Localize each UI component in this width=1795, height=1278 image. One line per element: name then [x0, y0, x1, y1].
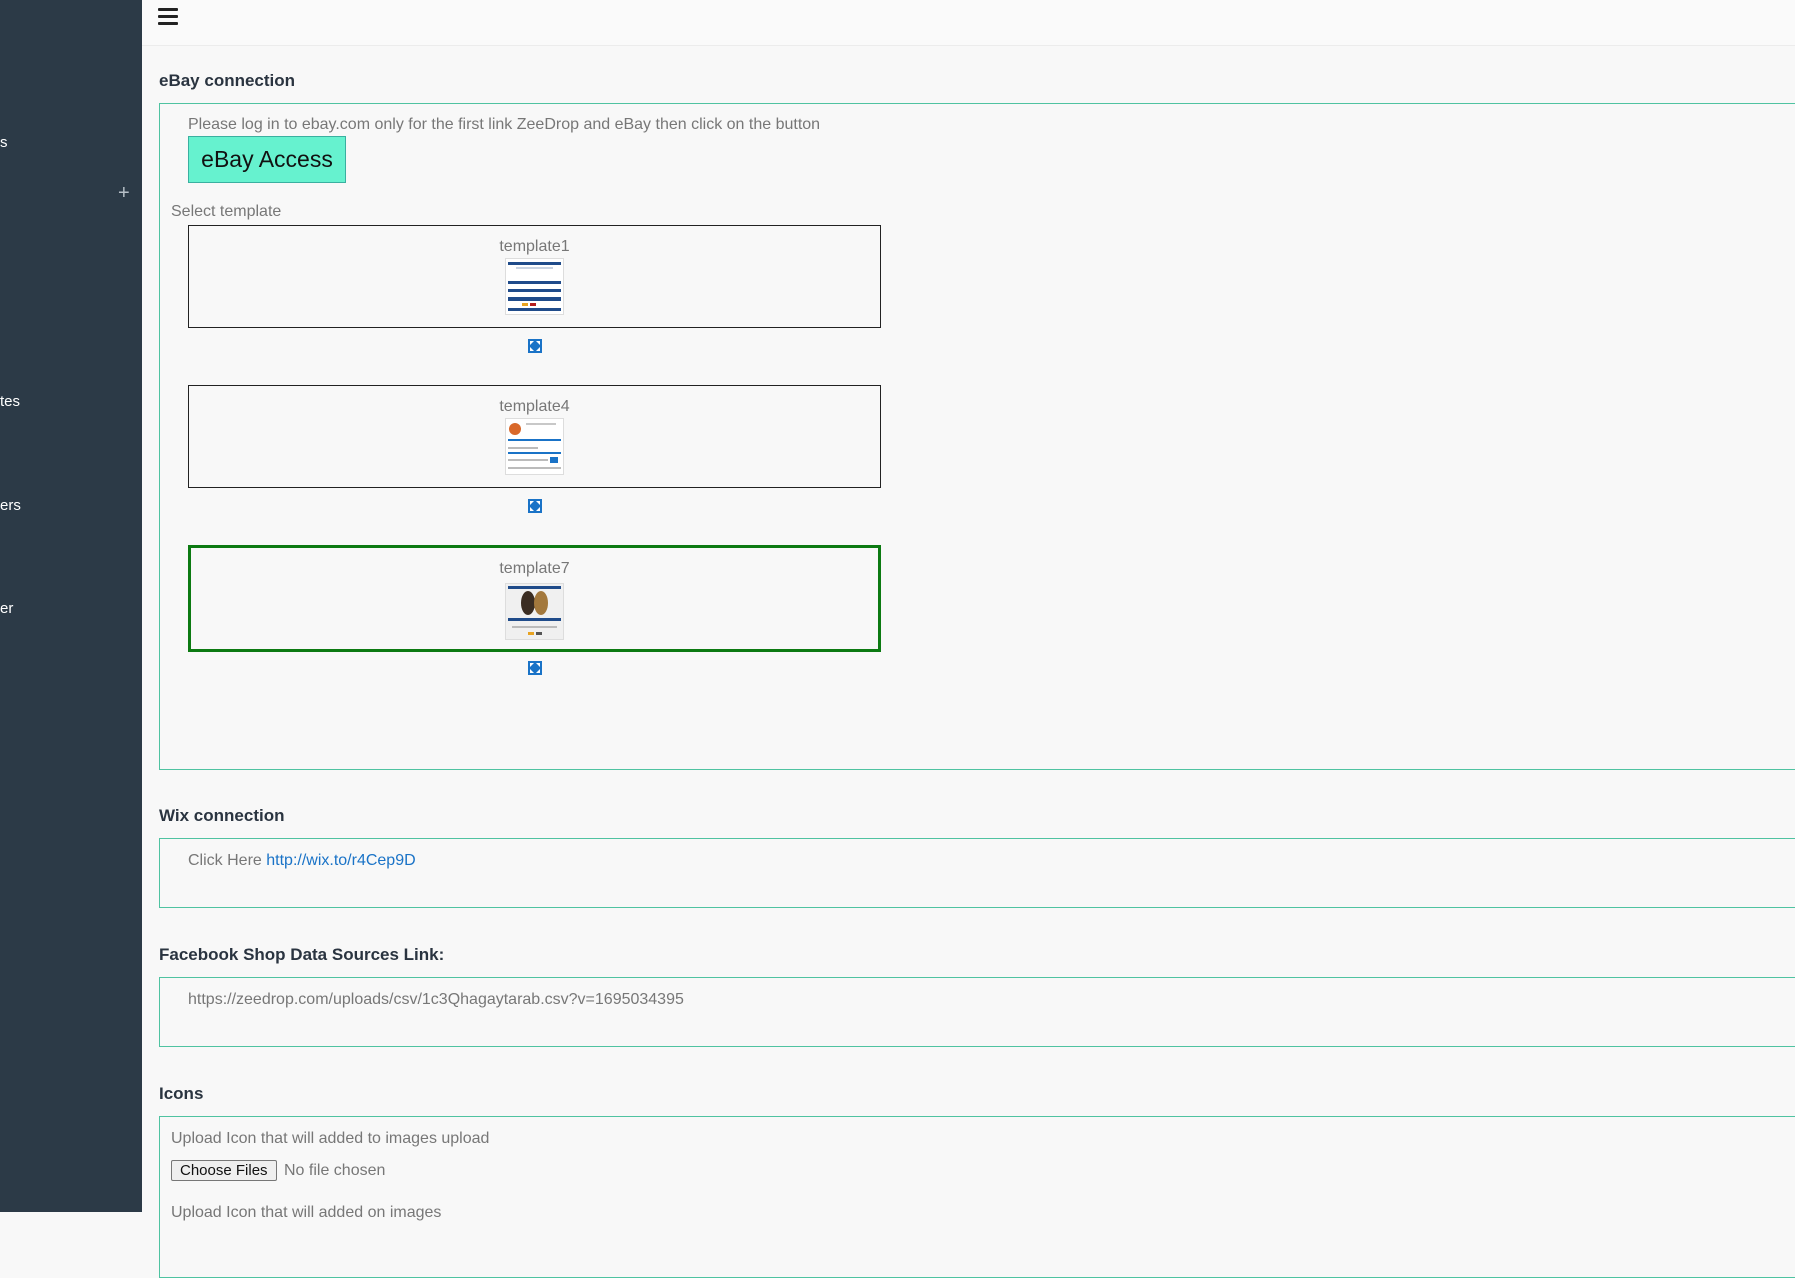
sidebar-item-label: er: [0, 600, 14, 617]
facebook-section-title: Facebook Shop Data Sources Link:: [159, 945, 445, 964]
template-option-4[interactable]: template4: [188, 385, 881, 488]
sidebar-item-4[interactable]: er: [0, 600, 13, 617]
file-input-1: Choose Files No file chosen: [171, 1160, 385, 1181]
template-name: template7: [499, 560, 570, 577]
template-name: template1: [499, 238, 570, 255]
template-name: template4: [499, 398, 570, 415]
upload-icon-label-2: Upload Icon that will added on images: [171, 1204, 442, 1221]
plus-icon[interactable]: +: [118, 183, 130, 203]
expand-icon[interactable]: [528, 499, 542, 513]
wix-prefix: Click Here: [188, 852, 262, 869]
wix-link[interactable]: http://wix.to/r4Cep9D: [266, 852, 415, 869]
sidebar-item-2[interactable]: tes: [0, 393, 20, 410]
hamburger-icon[interactable]: [158, 8, 178, 26]
expand-icon[interactable]: [528, 661, 542, 675]
template-thumbnail: [505, 583, 564, 640]
sidebar-item-label: ers: [0, 497, 21, 514]
facebook-url: https://zeedrop.com/uploads/csv/1c3Qhaga…: [188, 991, 684, 1008]
wix-panel: Click Here http://wix.to/r4Cep9D: [159, 838, 1795, 908]
wix-section-title: Wix connection: [159, 806, 285, 825]
template-option-7[interactable]: template7: [188, 545, 881, 652]
no-file-text: No file chosen: [284, 1162, 386, 1179]
template-thumbnail: [505, 418, 564, 475]
expand-icon[interactable]: [528, 339, 542, 353]
sidebar-item-label: tes: [0, 393, 21, 410]
sidebar-item-1[interactable]: s: [0, 134, 8, 151]
sidebar: s + tes ers er: [0, 0, 142, 1212]
wix-text: Click Here http://wix.to/r4Cep9D: [188, 852, 416, 870]
template-option-1[interactable]: template1: [188, 225, 881, 328]
facebook-panel: https://zeedrop.com/uploads/csv/1c3Qhaga…: [159, 977, 1795, 1047]
icons-section-title: Icons: [159, 1084, 204, 1103]
topbar: [142, 0, 1795, 46]
icons-panel: Upload Icon that will added to images up…: [159, 1116, 1795, 1278]
select-template-label: Select template: [171, 203, 282, 220]
ebay-access-button[interactable]: eBay Access: [188, 136, 346, 183]
choose-files-button[interactable]: Choose Files: [171, 1160, 277, 1181]
upload-icon-label-1: Upload Icon that will added to images up…: [171, 1130, 490, 1147]
ebay-panel: Please log in to ebay.com only for the f…: [159, 103, 1795, 770]
sidebar-item-3[interactable]: ers: [0, 497, 21, 514]
template-thumbnail: [505, 258, 564, 315]
sidebar-item-label: s: [0, 134, 8, 151]
ebay-instructions: Please log in to ebay.com only for the f…: [188, 116, 821, 133]
ebay-section-title: eBay connection: [159, 71, 296, 90]
